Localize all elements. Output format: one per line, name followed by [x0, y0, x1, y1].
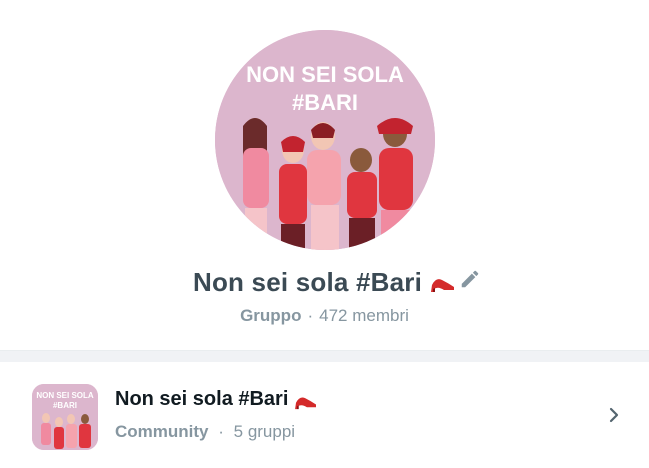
group-subtitle: Gruppo · 472 membri	[0, 304, 649, 328]
group-name: Non sei sola #Bari	[192, 266, 423, 297]
group-avatar-illustration: NON SEI SOLA #BARI	[215, 30, 435, 250]
high-heel-icon	[294, 390, 318, 410]
community-avatar: NON SEI SOLA #BARI	[32, 384, 98, 450]
group-name-row: Non sei sola #Bari	[0, 262, 649, 302]
group-info-header: NON SEI SOLA #BARI Non sei sola #Bari Gr…	[0, 0, 649, 350]
avatar-title-line2: #BARI	[292, 90, 358, 115]
community-meta: Community · 5 gruppi	[115, 422, 295, 442]
community-name: Non sei sola #Bari	[115, 388, 289, 410]
community-group-count: 5 gruppi	[233, 422, 296, 441]
separator-dot: ·	[307, 306, 314, 325]
separator-dot: ·	[218, 422, 224, 441]
community-list-item[interactable]: NON SEI SOLA #BARI Non sei sola #Bari Co…	[0, 362, 649, 468]
community-avatar-line1: NON SEI SOLA	[36, 391, 94, 400]
avatar-title-line1: NON SEI SOLA	[246, 62, 404, 87]
edit-pencil-icon[interactable]	[459, 268, 481, 290]
community-avatar-line2: #BARI	[53, 401, 77, 410]
section-divider	[0, 350, 649, 362]
community-type-label: Community	[115, 422, 209, 441]
group-type-label: Gruppo	[240, 306, 302, 325]
high-heel-icon	[430, 271, 456, 293]
member-count: 472 membri	[319, 306, 409, 325]
group-avatar[interactable]: NON SEI SOLA #BARI	[215, 30, 435, 250]
chevron-right-icon	[604, 405, 624, 425]
community-name-row: Non sei sola #Bari	[115, 388, 318, 411]
